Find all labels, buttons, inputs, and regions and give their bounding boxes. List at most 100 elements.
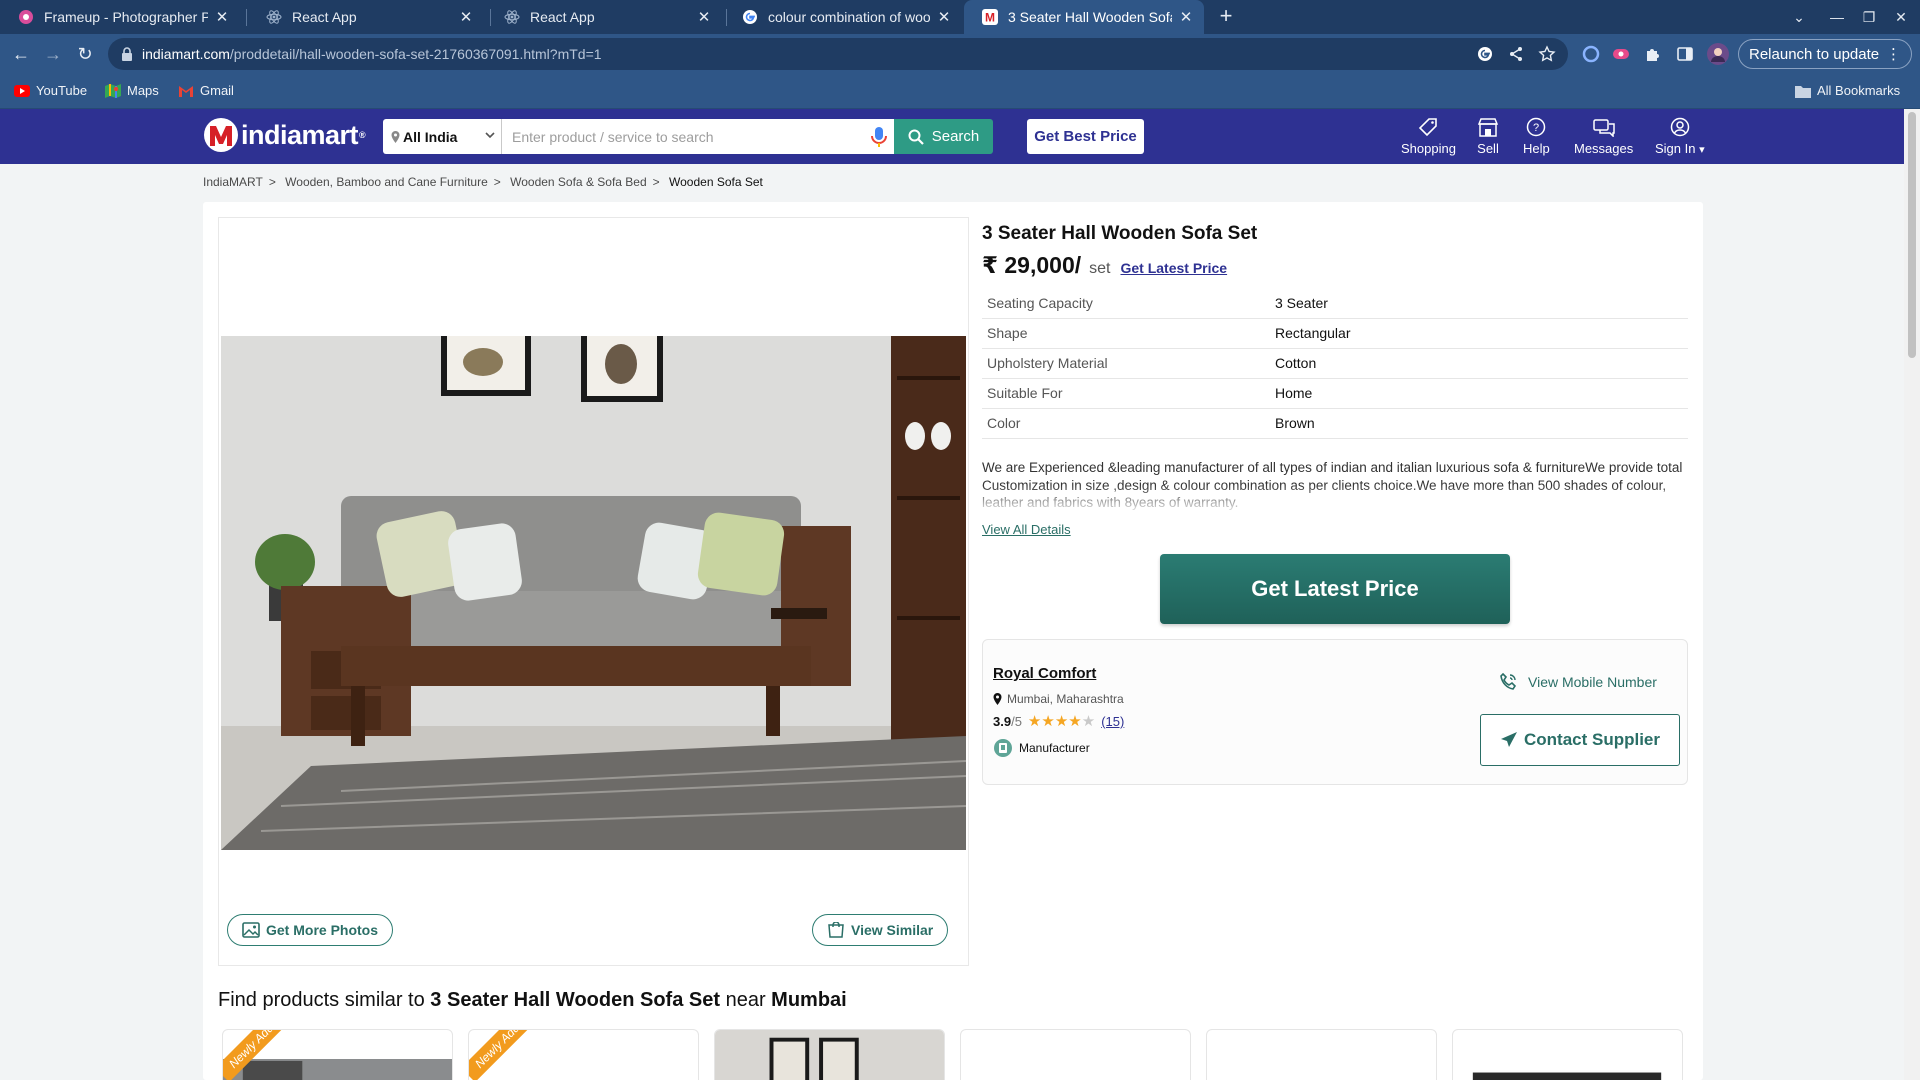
supplier-name[interactable]: Royal Comfort <box>993 665 1096 682</box>
extension-record-icon[interactable] <box>1612 45 1630 63</box>
breadcrumb-link[interactable]: Wooden, Bamboo and Cane Furniture <box>285 175 488 189</box>
bookmarks-bar: YouTube Maps Gmail All Bookmarks <box>0 74 1920 109</box>
get-latest-price-button[interactable]: Get Latest Price <box>1160 554 1510 624</box>
star-icon: ★ <box>1027 712 1042 730</box>
location-value: All India <box>403 128 458 145</box>
forward-icon[interactable]: → <box>41 42 65 66</box>
reload-icon[interactable]: ↻ <box>73 42 97 66</box>
browser-tab-strip: Frameup - Photographer Por ✕ React App ✕… <box>0 0 1920 34</box>
product-gallery: Get More Photos View Similar <box>218 217 969 966</box>
help-icon: ? <box>1527 117 1546 137</box>
similar-product-tile[interactable] <box>960 1029 1191 1080</box>
microphone-icon[interactable] <box>870 126 888 148</box>
tab-close-icon[interactable]: ✕ <box>458 8 474 26</box>
menu-dots-icon[interactable]: ⋮ <box>1886 45 1901 63</box>
indiamart-logo[interactable]: indiamart ® <box>203 115 366 155</box>
get-best-price-button[interactable]: Get Best Price <box>1027 119 1144 154</box>
address-bar[interactable]: indiamart.com/proddetail/hall-wooden-sof… <box>108 38 1568 70</box>
tab-close-icon[interactable]: ✕ <box>696 8 712 26</box>
similar-city: Mumbai <box>771 989 847 1011</box>
scrollbar-thumb[interactable] <box>1908 112 1916 358</box>
spec-value: 3 Seater <box>1270 288 1688 319</box>
similar-product-tile[interactable] <box>1206 1029 1437 1080</box>
user-icon <box>1670 117 1690 137</box>
breadcrumb: IndiaMART > Wooden, Bamboo and Cane Furni… <box>203 175 769 189</box>
get-more-photos-button[interactable]: Get More Photos <box>227 914 394 946</box>
similar-product-tile[interactable] <box>714 1029 945 1080</box>
similar-product-tile[interactable]: Newly Added <box>468 1029 699 1080</box>
nav-sign-in[interactable]: Sign In ▾ <box>1655 117 1705 156</box>
react-favicon <box>504 10 520 24</box>
nav-sell[interactable]: Sell <box>1477 117 1499 156</box>
folder-icon <box>1795 85 1811 98</box>
browser-tab-indiamart[interactable]: M 3 Seater Hall Wooden Sofa S ✕ <box>964 0 1204 34</box>
side-panel-icon[interactable] <box>1676 45 1694 63</box>
view-all-details-link[interactable]: View All Details <box>982 522 1071 537</box>
bookmark-maps[interactable]: Maps <box>105 83 159 98</box>
send-icon <box>1500 732 1517 747</box>
spec-value: Brown <box>1270 408 1688 439</box>
spec-row: Seating Capacity 3 Seater <box>982 288 1688 319</box>
search-button[interactable]: Search <box>894 119 993 154</box>
bookmark-label: Gmail <box>200 83 234 98</box>
bookmark-gmail[interactable]: Gmail <box>178 83 234 98</box>
profile-avatar-icon[interactable] <box>1707 43 1729 65</box>
breadcrumb-link[interactable]: Wooden Sofa & Sofa Bed <box>510 175 647 189</box>
nav-help[interactable]: ? Help <box>1523 117 1550 156</box>
tab-search-chevron-icon[interactable]: ⌄ <box>1782 0 1816 34</box>
view-mobile-number[interactable]: View Mobile Number <box>1498 672 1657 692</box>
svg-text:M: M <box>985 11 995 25</box>
chevron-down-icon: ▾ <box>1699 144 1705 156</box>
breadcrumb-separator: > <box>268 175 276 189</box>
extension-ring-icon[interactable] <box>1582 45 1600 63</box>
sign-in-label: Sign In <box>1655 141 1696 156</box>
browser-tab-google[interactable]: colour combination of wood ✕ <box>724 0 962 34</box>
review-count-link[interactable]: (15) <box>1101 714 1124 729</box>
supplier-rating: 3.9/5 ★ ★ ★ ★ ★ (15) <box>993 712 1124 730</box>
minimize-icon[interactable]: — <box>1820 0 1854 34</box>
back-icon[interactable]: ← <box>9 42 33 66</box>
relaunch-button[interactable]: Relaunch to update ⋮ <box>1738 39 1912 69</box>
product-photo[interactable] <box>221 336 966 850</box>
close-window-icon[interactable]: ✕ <box>1884 0 1918 34</box>
browser-tab-frameup[interactable]: Frameup - Photographer Por ✕ <box>0 0 240 34</box>
tab-close-icon[interactable]: ✕ <box>1178 8 1194 26</box>
search-input[interactable] <box>502 119 852 154</box>
tab-title: React App <box>292 9 357 25</box>
nav-label: Help <box>1523 141 1550 156</box>
registered-mark: ® <box>359 130 366 140</box>
bookmark-star-icon[interactable] <box>1538 45 1556 63</box>
new-tab-button[interactable]: + <box>1214 4 1238 30</box>
nav-shopping[interactable]: Shopping <box>1401 117 1456 156</box>
tab-separator <box>246 9 247 26</box>
similar-product-tile[interactable] <box>1452 1029 1683 1080</box>
nav-label: Sell <box>1477 141 1499 156</box>
shopping-bag-icon <box>828 922 844 938</box>
product-card: Get More Photos View Similar 3 Seater Ha… <box>203 202 1703 1080</box>
get-latest-price-link[interactable]: Get Latest Price <box>1120 260 1227 276</box>
spec-row: Upholstery Material Cotton <box>982 348 1688 379</box>
nav-messages[interactable]: Messages <box>1574 117 1633 156</box>
all-bookmarks-label: All Bookmarks <box>1817 83 1901 98</box>
breadcrumb-link[interactable]: IndiaMART <box>203 175 263 189</box>
contact-supplier-button[interactable]: Contact Supplier <box>1480 714 1680 766</box>
tab-close-icon[interactable]: ✕ <box>936 8 952 26</box>
contact-supplier-label: Contact Supplier <box>1523 730 1660 749</box>
view-mobile-label: View Mobile Number <box>1528 674 1657 690</box>
similar-product-tile[interactable]: Newly Added <box>222 1029 453 1080</box>
bookmark-youtube[interactable]: YouTube <box>14 83 87 98</box>
google-lens-icon[interactable] <box>1476 45 1494 63</box>
view-similar-button[interactable]: View Similar <box>812 914 949 946</box>
tab-close-icon[interactable]: ✕ <box>214 8 230 26</box>
browser-tab-react-1[interactable]: React App ✕ <box>248 0 484 34</box>
supplier-location: Mumbai, Maharashtra <box>993 692 1124 706</box>
location-select[interactable]: All India <box>383 119 502 154</box>
restore-icon[interactable]: ❐ <box>1852 0 1886 34</box>
share-icon[interactable] <box>1507 45 1525 63</box>
all-bookmarks[interactable]: All Bookmarks <box>1795 83 1900 98</box>
youtube-icon <box>14 84 30 97</box>
page-scrollbar[interactable] <box>1904 109 1920 1080</box>
extensions-puzzle-icon[interactable] <box>1644 45 1662 63</box>
gmail-icon <box>179 85 193 97</box>
browser-tab-react-2[interactable]: React App ✕ <box>486 0 722 34</box>
